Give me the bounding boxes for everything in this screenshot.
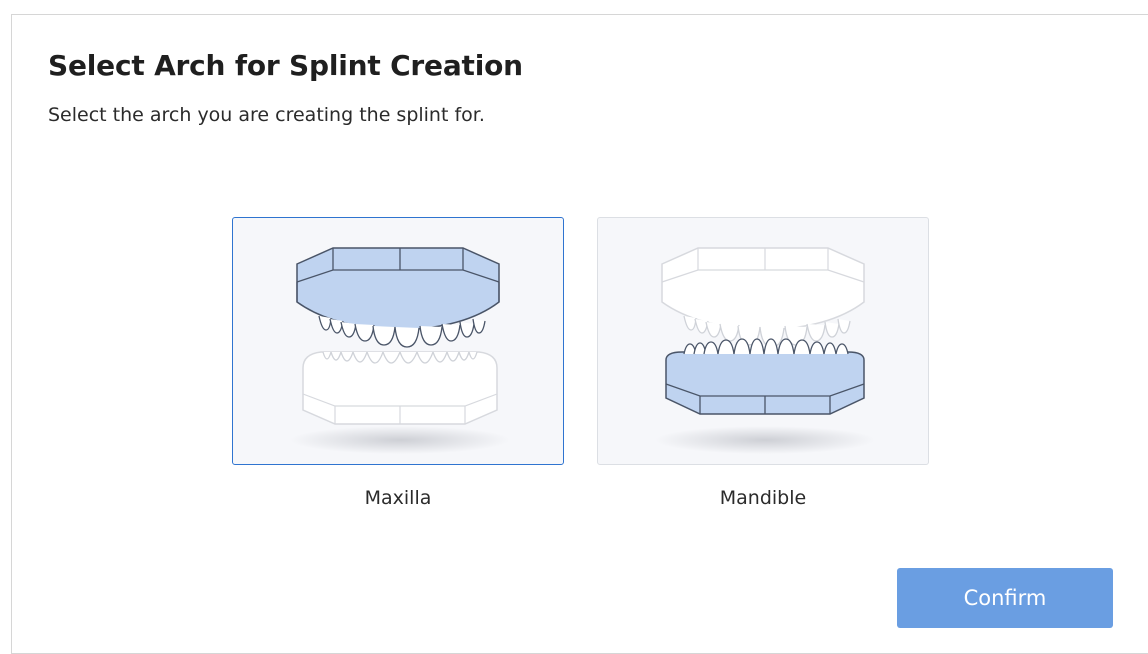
upper-arch-splint-icon	[290, 247, 510, 454]
dialog-title: Select Arch for Splint Creation	[48, 49, 523, 82]
arch-selection-dialog: Select Arch for Splint Creation Select t…	[11, 14, 1148, 654]
dialog-subtitle: Select the arch you are creating the spl…	[48, 104, 485, 126]
mandible-label: Mandible	[719, 487, 807, 509]
lower-arch-splint-icon	[655, 247, 875, 454]
mandible-option-card[interactable]	[597, 217, 929, 465]
maxilla-label: Maxilla	[364, 487, 432, 509]
maxilla-option-card[interactable]	[232, 217, 564, 465]
confirm-button[interactable]: Confirm	[897, 568, 1113, 628]
